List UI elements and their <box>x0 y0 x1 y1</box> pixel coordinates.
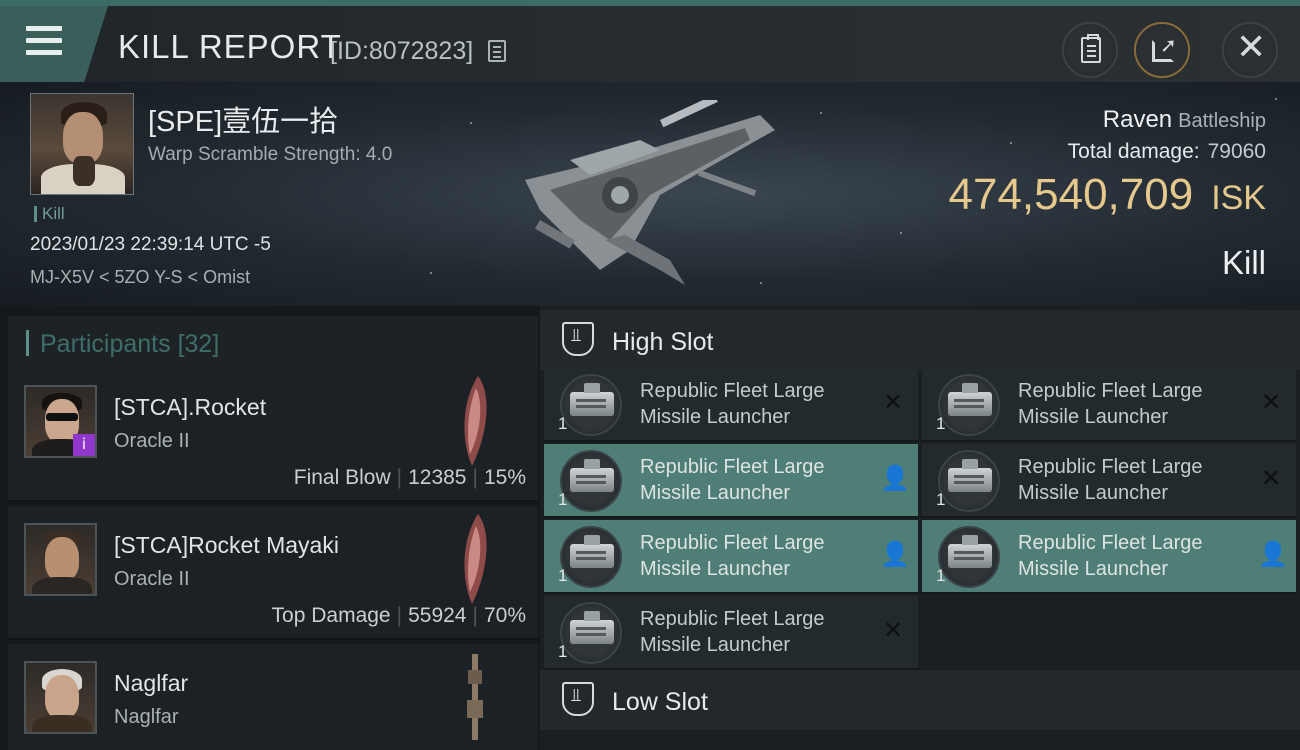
participant-stats: Final Blow | 12385 | 15% <box>293 466 526 489</box>
avatar <box>24 661 97 734</box>
hamburger-icon <box>26 26 62 56</box>
kill-timestamp: 2023/01/23 22:39:14 UTC -5 <box>30 234 271 255</box>
low-slot-title: Low Slot <box>612 688 708 716</box>
module-name: Republic Fleet Large Missile Launcher <box>640 456 825 504</box>
high-slot-title: High Slot <box>612 328 714 356</box>
menu-button[interactable] <box>0 6 108 82</box>
victim-name[interactable]: [SPE]壹伍一拾 <box>148 98 338 140</box>
warp-scramble-strength: Warp Scramble Strength: 4.0 <box>148 144 393 165</box>
kill-result: Kill <box>1221 244 1266 281</box>
participant-ship: Naglfar <box>114 706 179 728</box>
participants-header[interactable]: Participants [32] <box>8 316 538 372</box>
participant-ship-icon <box>464 376 487 466</box>
participant-name: [STCA].Rocket <box>114 394 267 420</box>
module-quantity: 1 <box>936 490 946 509</box>
fitting-panel: High Slot 1 Republic Fleet LargeMissile L… <box>540 306 1300 750</box>
missile-launcher-icon <box>938 450 1000 512</box>
high-slot-module[interactable]: 1 Republic Fleet Large Missile Launcher ✕ <box>922 368 1296 442</box>
high-slot-module[interactable]: 1 Republic Fleet Large Missile Launcher 👤 <box>544 520 918 594</box>
top-bar: KILL REPORT [ID:8072823] ✕ <box>0 0 1300 82</box>
participant-name: [STCA]Rocket Mayaki <box>114 532 339 558</box>
close-icon: ✕ <box>1260 465 1282 492</box>
module-name: Republic Fleet Large Missile Launcher <box>1018 380 1203 428</box>
module-quantity: 1 <box>936 414 946 433</box>
report-id: [ID:8072823] <box>330 37 474 65</box>
module-quantity: 1 <box>936 566 946 585</box>
missile-launcher-icon <box>560 526 622 588</box>
close-icon: ✕ <box>1236 26 1267 67</box>
participant-name: Naglfar <box>114 670 189 696</box>
missile-launcher-icon <box>560 450 622 512</box>
missile-launcher-icon <box>560 602 622 664</box>
share-icon <box>1152 33 1177 62</box>
module-name: Republic Fleet Large Missile Launcher <box>640 608 825 656</box>
close-button[interactable]: ✕ <box>1222 22 1278 78</box>
person-icon: 👤 <box>880 465 910 492</box>
person-icon: 👤 <box>880 541 910 568</box>
person-icon: 👤 <box>1258 541 1288 568</box>
copy-icon[interactable] <box>488 40 506 62</box>
kill-location: MJ-X5V < 5ZO Y-S < Omist <box>30 267 251 287</box>
module-name: Republic Fleet Large Missile Launcher <box>640 380 825 428</box>
participant-row[interactable]: ⅰ [STCA].Rocket Oracle II Final Blow | 123… <box>8 368 538 502</box>
module-name: Republic Fleet Large Missile Launcher <box>1018 456 1203 504</box>
module-quantity: 1 <box>558 490 568 509</box>
close-icon: ✕ <box>1260 389 1282 416</box>
high-slot-icon <box>562 322 594 356</box>
module-quantity: 1 <box>558 414 568 433</box>
close-icon: ✕ <box>882 389 904 416</box>
close-icon: ✕ <box>882 617 904 644</box>
participant-ship-icon <box>464 514 487 604</box>
total-damage: Total damage: 79060 <box>1067 140 1266 163</box>
missile-launcher-icon <box>938 374 1000 436</box>
victim-portrait[interactable] <box>30 93 134 195</box>
victim-ship-name[interactable]: Raven Battleship <box>1103 106 1266 134</box>
module-name: Republic Fleet Large Missile Launcher <box>640 532 825 580</box>
high-slot-module[interactable]: 1 Republic Fleet Large Missile Launcher ✕ <box>922 444 1296 518</box>
clipboard-icon <box>1081 34 1101 63</box>
participant-row[interactable]: Naglfar Naglfar <box>8 644 538 750</box>
victim-ship-image <box>525 100 775 285</box>
share-button[interactable] <box>1134 22 1190 78</box>
participant-stats: Top Damage | 55924 | 70% <box>271 604 526 627</box>
missile-launcher-icon <box>560 374 622 436</box>
isk-value: 474,540,709 ISK <box>948 170 1267 219</box>
participant-row[interactable]: [STCA]Rocket Mayaki Oracle II Top Damage… <box>8 506 538 640</box>
high-slot-module[interactable]: 1 Republic Fleet Large Missile Launcher ✕ <box>544 368 918 442</box>
page-title: KILL REPORT <box>118 28 342 65</box>
avatar <box>24 523 97 596</box>
low-slot-icon <box>562 682 594 716</box>
avatar: ⅰ <box>24 385 97 458</box>
high-slot-header: High Slot <box>540 310 1300 370</box>
participant-ship-icon <box>467 654 483 740</box>
high-slot-module[interactable]: 1 Republic Fleet Large Missile Launcher ✕ <box>544 596 918 670</box>
clipboard-button[interactable] <box>1062 22 1118 78</box>
victim-banner: [SPE]壹伍一拾 Warp Scramble Strength: 4.0 Ki… <box>0 82 1300 306</box>
participants-title: Participants [32] <box>40 330 220 358</box>
module-quantity: 1 <box>558 642 568 661</box>
high-slot-module[interactable]: 1 Republic Fleet Large Missile Launcher 👤 <box>922 520 1296 594</box>
participant-ship: Oracle II <box>114 568 190 590</box>
kill-tag: Kill <box>34 205 65 222</box>
low-slot-header: Low Slot <box>540 670 1300 730</box>
participant-ship: Oracle II <box>114 430 190 452</box>
module-name: Republic Fleet Large Missile Launcher <box>1018 532 1203 580</box>
high-slot-module[interactable]: 1 Republic Fleet Large Missile Launcher 👤 <box>544 444 918 518</box>
corporation-badge-icon: ⅰ <box>73 434 95 456</box>
participants-panel: Participants [32] ⅰ [STCA].Rocket Oracle… <box>0 306 540 750</box>
missile-launcher-icon <box>938 526 1000 588</box>
module-quantity: 1 <box>558 566 568 585</box>
